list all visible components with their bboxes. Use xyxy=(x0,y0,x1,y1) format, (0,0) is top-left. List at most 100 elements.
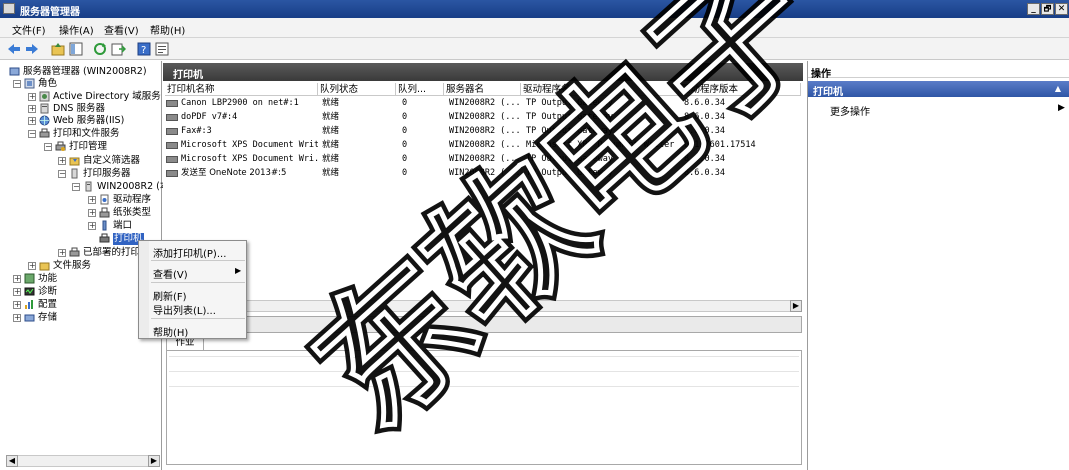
scroll-left-button[interactable]: ◀ xyxy=(6,455,18,467)
collapse-arrow-icon[interactable]: ▲ xyxy=(1055,84,1061,93)
table-row[interactable]: Microsoft XPS Document Writer 就绪 0 WIN20… xyxy=(165,139,801,152)
column-driver-name[interactable]: 驱动程序名 xyxy=(521,83,679,96)
refresh-icon[interactable] xyxy=(92,41,108,57)
scroll-right-button[interactable]: ▶ xyxy=(790,300,802,312)
expand-icon[interactable]: + xyxy=(88,209,96,217)
table-row[interactable]: Canon LBP2900 on net#:1 就绪 0 WIN2008R2 (… xyxy=(165,97,801,110)
restore-button[interactable]: 🗗 xyxy=(1041,3,1054,15)
title-bar: 服务器管理器 _ 🗗 ✕ xyxy=(0,0,1069,18)
up-folder-icon[interactable] xyxy=(50,41,66,57)
collapse-icon[interactable]: − xyxy=(44,143,52,151)
menu-bar: 文件(F) 操作(A) 查看(V) 帮助(H) xyxy=(0,18,1069,38)
expand-icon[interactable]: + xyxy=(13,275,21,283)
actions-title: 操作 xyxy=(811,69,831,80)
close-button[interactable]: ✕ xyxy=(1055,3,1068,15)
jobs-list-row xyxy=(169,371,799,372)
features-icon xyxy=(24,273,35,284)
table-row[interactable]: Fax#:3 就绪 0 WIN2008R2 (... TP Output Gat… xyxy=(165,125,801,138)
menu-separator xyxy=(151,282,245,283)
printer-list-header: 打印机名称 队列状态 队列... 服务器名 驱动程序名 驱动程序版本 xyxy=(165,83,801,96)
submenu-arrow-icon: ▶ xyxy=(235,266,242,275)
printer-icon xyxy=(166,114,178,121)
expand-icon[interactable]: + xyxy=(58,249,66,257)
configuration-icon xyxy=(25,300,33,309)
jobs-list-row xyxy=(169,356,799,357)
help-icon[interactable]: ? xyxy=(136,41,152,57)
web-server-icon xyxy=(39,115,50,126)
properties-icon[interactable] xyxy=(154,41,170,57)
context-menu: 添加打印机(P)... 查看(V) ▶ 刷新(F) 导出列表(L)... 帮助(… xyxy=(138,240,247,339)
menu-export-list[interactable]: 导出列表(L)... xyxy=(153,302,216,317)
expand-icon[interactable]: + xyxy=(58,157,66,165)
printer-icon xyxy=(166,142,178,149)
actions-section-label: 打印机 xyxy=(813,87,843,98)
show-hide-tree-icon[interactable] xyxy=(68,41,84,57)
table-row[interactable]: doPDF v7#:4 就绪 0 WIN2008R2 (... TP Outpu… xyxy=(165,111,801,124)
expand-icon[interactable]: + xyxy=(13,301,21,309)
menu-action[interactable]: 操作(A) xyxy=(59,22,94,37)
expand-icon[interactable]: + xyxy=(28,117,36,125)
export-list-icon[interactable] xyxy=(110,41,126,57)
menu-view[interactable]: 查看(V) xyxy=(104,22,139,37)
forward-arrow-icon[interactable] xyxy=(24,41,40,57)
menu-help[interactable]: 帮助(H) xyxy=(153,324,188,339)
submenu-arrow-icon: ▶ xyxy=(1058,103,1065,113)
actions-section-printers[interactable]: 打印机 ▲ xyxy=(808,81,1069,98)
back-arrow-icon[interactable] xyxy=(6,41,22,57)
diagnostics-icon xyxy=(24,287,35,296)
collapse-icon[interactable]: − xyxy=(28,130,36,138)
more-actions-item[interactable]: 更多操作 xyxy=(830,103,870,118)
menu-help[interactable]: 帮助(H) xyxy=(150,22,185,37)
server-icon xyxy=(85,181,92,192)
tree-horizontal-scrollbar[interactable] xyxy=(6,455,160,467)
printer-icon xyxy=(166,170,178,177)
results-pane-title: 打印机 xyxy=(173,70,203,81)
expand-icon[interactable]: + xyxy=(13,288,21,296)
menu-file[interactable]: 文件(F) xyxy=(12,22,46,37)
actions-header: 操作 xyxy=(808,63,1069,80)
column-queue-status[interactable]: 队列状态 xyxy=(318,83,396,96)
server-manager-icon xyxy=(3,3,15,14)
active-directory-icon xyxy=(39,91,50,102)
collapse-icon[interactable]: − xyxy=(72,183,80,191)
expand-icon[interactable]: + xyxy=(13,314,21,322)
dns-server-icon xyxy=(40,103,49,114)
jobs-list xyxy=(166,350,802,465)
menu-refresh[interactable]: 刷新(F) xyxy=(153,288,187,303)
jobs-list-row xyxy=(169,386,799,387)
menu-add-printer[interactable]: 添加打印机(P)... xyxy=(153,245,226,260)
column-printer-name[interactable]: 打印机名称 xyxy=(165,83,318,96)
column-server-name[interactable]: 服务器名 xyxy=(444,83,521,96)
filter-folder-icon xyxy=(69,157,80,166)
forms-icon xyxy=(99,207,110,218)
collapse-icon[interactable]: − xyxy=(58,170,66,178)
results-horizontal-scrollbar[interactable] xyxy=(166,300,802,312)
print-services-icon xyxy=(39,128,50,138)
storage-icon xyxy=(24,314,35,322)
scroll-right-button[interactable]: ▶ xyxy=(148,455,160,467)
menu-separator xyxy=(151,318,245,319)
expand-icon[interactable]: + xyxy=(28,262,36,270)
toolbar: ? xyxy=(0,38,1069,60)
table-row[interactable]: Microsoft XPS Document Wri... 就绪 0 WIN20… xyxy=(165,153,801,166)
table-row[interactable]: 发送至 OneNote 2013#:5 就绪 0 WIN2008R2 (... … xyxy=(165,167,801,180)
collapse-icon[interactable]: − xyxy=(13,80,21,88)
expand-icon[interactable]: + xyxy=(28,105,36,113)
column-queue-jobs[interactable]: 队列... xyxy=(396,83,444,96)
details-splitter[interactable] xyxy=(166,316,802,333)
drivers-icon xyxy=(100,194,109,205)
results-pane-header: 打印机 xyxy=(163,63,803,81)
menu-separator xyxy=(151,260,245,261)
column-driver-version[interactable]: 驱动程序版本 xyxy=(679,83,801,96)
printer-icon xyxy=(166,128,178,135)
expand-icon[interactable]: + xyxy=(88,196,96,204)
expand-icon[interactable]: + xyxy=(28,93,36,101)
minimize-button[interactable]: _ xyxy=(1027,3,1040,15)
expand-icon[interactable]: + xyxy=(88,222,96,230)
print-servers-icon xyxy=(71,168,78,179)
actions-pane xyxy=(807,61,1069,470)
roles-icon xyxy=(24,78,35,89)
menu-view[interactable]: 查看(V) xyxy=(153,266,188,281)
ports-icon xyxy=(102,220,107,231)
file-services-icon xyxy=(39,262,50,271)
